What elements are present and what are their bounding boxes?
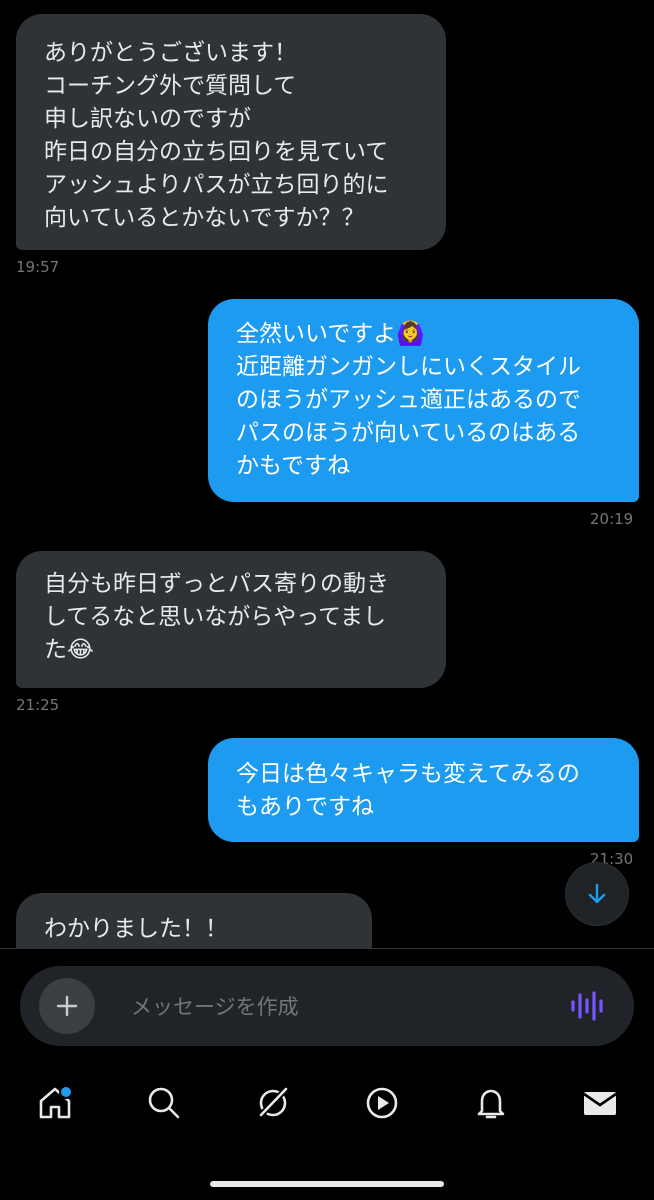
message-bubble-received[interactable]: わかりました！！ いろいろ試 …: [16, 893, 372, 950]
home-indicator: [210, 1181, 444, 1187]
message-composer: メッセージを作成: [20, 966, 634, 1046]
conversation-thread: ありがとうございます！ コーチング外で質問して 申し訳ないのですが 昨日の自分の…: [0, 0, 654, 950]
arrow-down-icon: [588, 883, 606, 904]
message-timestamp: 21:25: [16, 696, 60, 714]
grok-icon: [258, 1086, 288, 1118]
scroll-to-bottom-button[interactable]: [566, 863, 628, 925]
add-attachment-button[interactable]: [39, 978, 95, 1034]
tab-notifications[interactable]: [461, 1073, 521, 1133]
bell-icon: [477, 1089, 504, 1119]
message-composer-bar: メッセージを作成: [0, 948, 654, 1059]
notification-dot: [58, 1085, 73, 1099]
plus-icon: [56, 995, 78, 1017]
message-bubble-sent[interactable]: 今日は色々キャラも変えてみるの もありですね: [208, 738, 639, 842]
message-bubble-sent[interactable]: 全然いいですよ🙆‍♀️ 近距離ガンガンしにいくスタイル のほうがアッシュ適正はあ…: [208, 299, 639, 502]
mail-icon: [582, 1092, 617, 1115]
voice-wave-icon: [571, 991, 603, 1021]
message-bubble-received[interactable]: ありがとうございます！ コーチング外で質問して 申し訳ないのですが 昨日の自分の…: [16, 14, 446, 250]
play-icon: [366, 1087, 397, 1119]
message-timestamp: 20:19: [590, 510, 634, 528]
message-bubble-received[interactable]: 自分も昨日ずっとパス寄りの動き してるなと思いながらやってまし た😂: [16, 551, 446, 688]
message-timestamp: 19:57: [16, 258, 60, 276]
search-icon: [148, 1087, 179, 1119]
tab-search[interactable]: [134, 1073, 194, 1133]
voice-message-button[interactable]: [570, 989, 604, 1023]
message-input[interactable]: メッセージを作成: [131, 991, 570, 1021]
tab-grok[interactable]: [243, 1073, 303, 1133]
tab-messages[interactable]: [570, 1073, 630, 1133]
tab-video[interactable]: [352, 1073, 412, 1133]
tab-home[interactable]: [25, 1073, 85, 1133]
bottom-tab-bar: [0, 1058, 654, 1148]
